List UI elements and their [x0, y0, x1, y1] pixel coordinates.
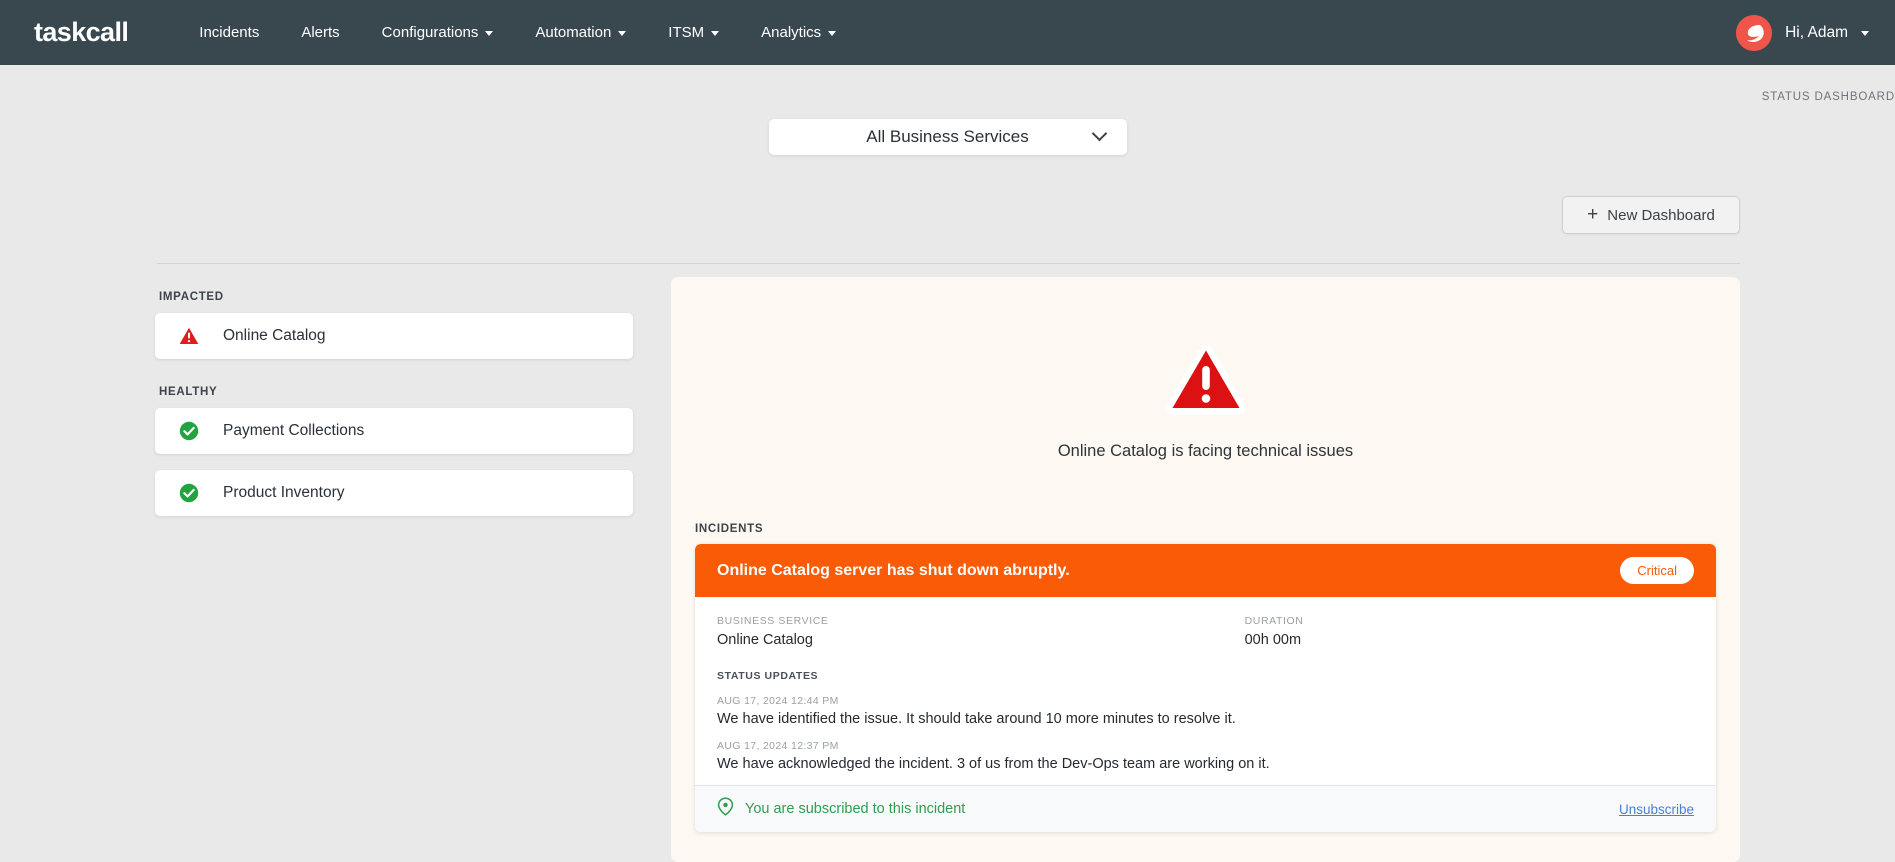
dashboard-page: STATUS DASHBOARD All Business Services +… — [0, 65, 1895, 862]
nav-item-label: ITSM — [668, 24, 705, 41]
incident-title: Online Catalog server has shut down abru… — [717, 561, 1070, 579]
status-panel: Online Catalog is facing technical issue… — [671, 277, 1740, 862]
brand-logo[interactable]: taskcall — [34, 17, 129, 48]
dashboard-header: STATUS DASHBOARD All Business Services +… — [0, 65, 1895, 234]
healthy-group-label: HEALTHY — [159, 386, 218, 398]
status-update-message: We have identified the issue. It should … — [717, 711, 1236, 727]
nav-item-alerts[interactable]: Alerts — [280, 16, 360, 49]
nav-item-label: Analytics — [761, 24, 822, 41]
status-update-message: We have acknowledged the incident. 3 of … — [717, 756, 1270, 772]
page-title: STATUS DASHBOARD — [1761, 91, 1895, 103]
avatar — [1736, 14, 1773, 51]
main-nav: Incidents Alerts Configurations Automati… — [178, 16, 857, 49]
header-divider — [157, 263, 1740, 264]
services-sidebar: IMPACTED Online Catalog HEALTHY Payment … — [155, 277, 633, 862]
status-updates-label: STATUS UPDATES — [717, 670, 819, 682]
nav-item-label: Automation — [535, 24, 612, 41]
business-service-label: BUSINESS SERVICE — [717, 615, 829, 627]
incidents-section-label: INCIDENTS — [695, 523, 764, 535]
new-dashboard-button[interactable]: + New Dashboard — [1562, 196, 1740, 234]
nav-item-configurations[interactable]: Configurations — [361, 16, 515, 49]
new-dashboard-label: New Dashboard — [1607, 206, 1715, 224]
nav-item-analytics[interactable]: Analytics — [740, 16, 857, 49]
user-greeting: Hi, Adam — [1785, 23, 1848, 41]
incident-card: Online Catalog server has shut down abru… — [695, 544, 1716, 832]
nav-item-label: Configurations — [381, 24, 479, 41]
subscription-status-text: You are subscribed to this incident — [745, 801, 966, 817]
service-card-payment-collections[interactable]: Payment Collections — [155, 408, 633, 454]
warning-triangle-icon — [179, 327, 223, 345]
status-update-timestamp: AUG 17, 2024 12:37 PM — [717, 740, 839, 752]
business-service-select[interactable]: All Business Services — [768, 119, 1127, 155]
service-name: Product Inventory — [223, 484, 345, 501]
service-card-online-catalog[interactable]: Online Catalog — [155, 313, 633, 359]
nav-item-itsm[interactable]: ITSM — [647, 16, 740, 49]
status-hero-text: Online Catalog is facing technical issue… — [1057, 442, 1354, 460]
duration-field: DURATION 00h 00m — [1245, 615, 1694, 648]
nav-item-automation[interactable]: Automation — [514, 16, 647, 49]
chevron-down-icon — [828, 31, 837, 36]
status-hero: Online Catalog is facing technical issue… — [695, 277, 1716, 461]
status-badge[interactable]: Critical — [1620, 557, 1694, 584]
chevron-down-icon — [1091, 125, 1107, 142]
top-navbar: taskcall Incidents Alerts Configurations… — [0, 0, 1895, 65]
location-pin-icon — [717, 797, 734, 821]
nav-item-label: Alerts — [301, 24, 340, 41]
nav-item-label: Incidents — [199, 24, 260, 41]
status-update-item: AUG 17, 2024 12:44 PM We have identified… — [717, 695, 1694, 727]
service-card-product-inventory[interactable]: Product Inventory — [155, 470, 633, 516]
duration-value: 00h 00m — [1244, 632, 1302, 648]
chevron-down-icon — [1861, 31, 1869, 36]
nav-item-incidents[interactable]: Incidents — [178, 16, 280, 49]
warning-triangle-icon — [1164, 341, 1248, 420]
user-menu[interactable]: Hi, Adam — [1736, 14, 1869, 51]
service-name: Payment Collections — [223, 422, 365, 439]
chevron-down-icon — [618, 31, 627, 36]
chevron-down-icon — [485, 31, 494, 36]
dashboard-content: IMPACTED Online Catalog HEALTHY Payment … — [0, 277, 1895, 862]
incident-footer: You are subscribed to this incident Unsu… — [695, 785, 1716, 832]
selector-row: All Business Services — [0, 119, 1895, 155]
unsubscribe-link[interactable]: Unsubscribe — [1619, 802, 1694, 817]
status-update-item: AUG 17, 2024 12:37 PM We have acknowledg… — [717, 740, 1694, 772]
incident-header[interactable]: Online Catalog server has shut down abru… — [695, 544, 1716, 597]
check-circle-icon — [179, 483, 223, 503]
duration-label: DURATION — [1244, 615, 1304, 627]
chevron-down-icon — [711, 31, 720, 36]
brand-logo-text: taskcall — [34, 17, 129, 47]
business-service-select-value: All Business Services — [866, 127, 1029, 146]
plus-icon: + — [1587, 203, 1599, 225]
incident-meta-row: BUSINESS SERVICE Online Catalog DURATION… — [717, 615, 1694, 648]
impacted-group-label: IMPACTED — [159, 291, 224, 303]
service-name: Online Catalog — [223, 327, 326, 344]
business-service-value: Online Catalog — [717, 632, 813, 648]
business-service-field: BUSINESS SERVICE Online Catalog — [717, 615, 1245, 648]
incident-body: BUSINESS SERVICE Online Catalog DURATION… — [695, 597, 1716, 832]
status-update-timestamp: AUG 17, 2024 12:44 PM — [717, 695, 839, 707]
check-circle-icon — [179, 421, 223, 441]
